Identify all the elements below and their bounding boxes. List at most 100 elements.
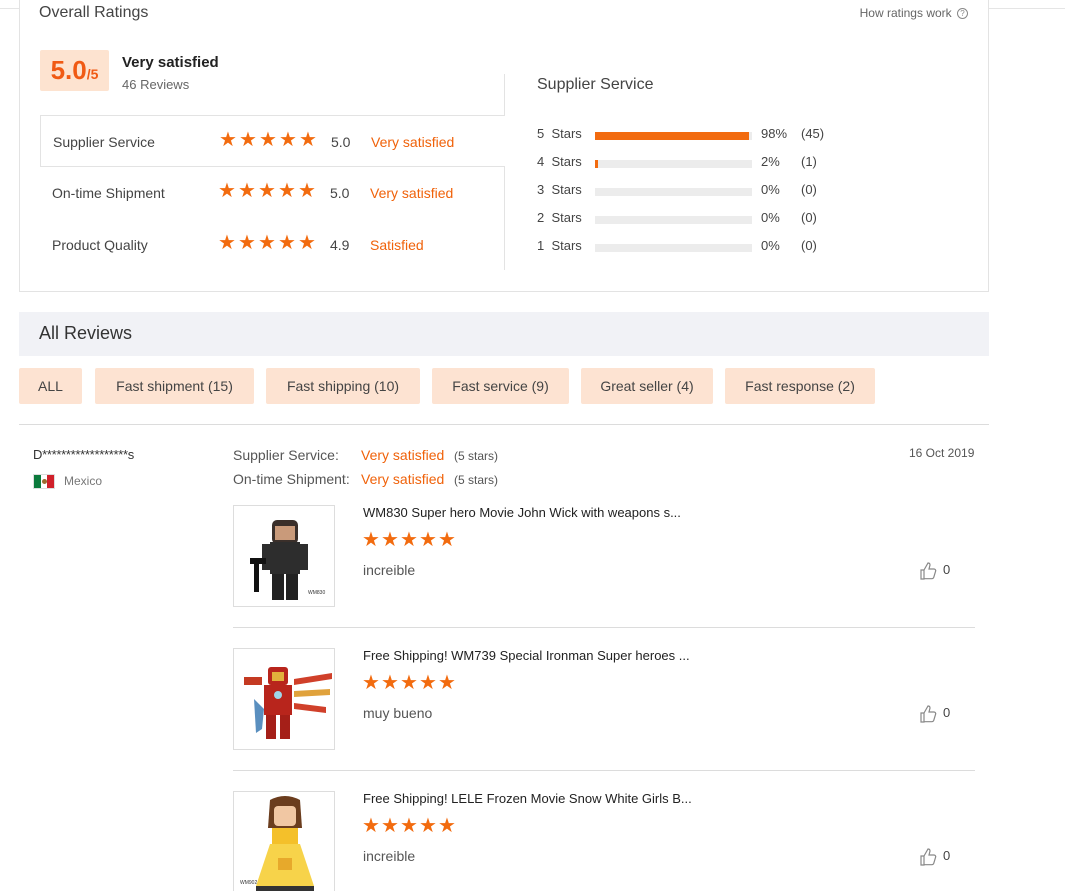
star-icon: ★ xyxy=(400,672,418,694)
star-bar-row[interactable]: 2 Stars 0% (0) xyxy=(537,208,837,228)
dimension-stars: ★ ★ ★ ★ ★ xyxy=(218,180,316,202)
star-icon: ★ xyxy=(298,180,316,202)
star-bar-track xyxy=(595,188,752,196)
star-icon: ★ xyxy=(438,672,456,694)
star-bar-track xyxy=(595,216,752,224)
filter-fast-shipment[interactable]: Fast shipment (15) xyxy=(95,368,254,404)
star-icon: ★ xyxy=(258,232,276,254)
star-icon: ★ xyxy=(239,129,257,151)
star-icon: ★ xyxy=(362,529,380,551)
product-thumbnail[interactable]: WM830 xyxy=(233,505,335,607)
star-bar-label: 4 Stars xyxy=(537,154,582,169)
star-bar-label: 1 Stars xyxy=(537,238,582,253)
review-item: Free Shipping! WM739 Special Ironman Sup… xyxy=(233,648,975,791)
star-icon: ★ xyxy=(219,129,237,151)
star-bar-count: (0) xyxy=(801,182,817,197)
star-icon: ★ xyxy=(278,180,296,202)
like-count: 0 xyxy=(943,705,951,720)
star-bar-count: (0) xyxy=(801,238,817,253)
star-icon: ★ xyxy=(400,529,418,551)
reviews-divider xyxy=(19,424,989,425)
dimension-row-product-quality[interactable]: Product Quality ★ ★ ★ ★ ★ 4.9 Satisfied xyxy=(40,219,505,271)
product-thumbnail[interactable]: WM902 xyxy=(233,791,335,891)
star-icon: ★ xyxy=(218,180,236,202)
mexico-flag-icon xyxy=(33,474,55,489)
product-title[interactable]: WM830 Super hero Movie John Wick with we… xyxy=(363,505,681,520)
review-item: WM830 WM830 Super hero Movie John Wick w… xyxy=(233,505,975,648)
question-icon[interactable]: ? xyxy=(957,8,968,19)
reviewer-name: D******************s xyxy=(33,447,134,462)
filter-fast-shipping[interactable]: Fast shipping (10) xyxy=(266,368,420,404)
star-icon: ★ xyxy=(362,815,380,837)
dimension-word: Very satisfied xyxy=(370,185,454,201)
like-count: 0 xyxy=(943,848,951,863)
star-icon: ★ xyxy=(400,815,418,837)
star-bar-row[interactable]: 5 Stars 98% (45) xyxy=(537,124,837,144)
dimension-row-supplier-service[interactable]: Supplier Service ★ ★ ★ ★ ★ 5.0 Very satisfie… xyxy=(40,115,505,167)
product-title[interactable]: Free Shipping! WM739 Special Ironman Sup… xyxy=(363,648,690,663)
star-icon: ★ xyxy=(381,672,399,694)
overall-label: Very satisfied xyxy=(122,54,219,71)
filter-great-seller[interactable]: Great seller (4) xyxy=(581,368,713,404)
dimension-score: 5.0 xyxy=(331,134,351,150)
star-icon: ★ xyxy=(298,232,316,254)
star-bar-track xyxy=(595,160,752,168)
item-stars: ★ ★ ★ ★ ★ xyxy=(362,672,456,694)
star-icon: ★ xyxy=(259,129,277,151)
star-bar-fill xyxy=(595,132,749,140)
thumbs-up-icon[interactable] xyxy=(918,561,938,581)
star-icon: ★ xyxy=(419,672,437,694)
star-bar-row[interactable]: 3 Stars 0% (0) xyxy=(537,180,837,200)
all-reviews-title: All Reviews xyxy=(39,323,133,343)
overall-score-max: /5 xyxy=(86,66,99,82)
star-icon: ★ xyxy=(381,815,399,837)
overall-score: 5.0 xyxy=(50,55,87,85)
supplier-service-title: Supplier Service xyxy=(537,76,654,93)
all-reviews-header: All Reviews xyxy=(19,312,989,356)
filter-fast-response[interactable]: Fast response (2) xyxy=(725,368,875,404)
review-comment: increible xyxy=(363,848,416,864)
how-ratings-link[interactable]: How ratings work ? xyxy=(860,6,968,20)
star-icon: ★ xyxy=(258,180,276,202)
shipment-word: Very satisfied xyxy=(361,471,445,487)
star-bar-row[interactable]: 4 Stars 2% (1) xyxy=(537,152,837,172)
star-icon: ★ xyxy=(438,529,456,551)
product-title[interactable]: Free Shipping! LELE Frozen Movie Snow Wh… xyxy=(363,791,692,806)
item-divider xyxy=(233,627,975,628)
star-bar-label: 3 Stars xyxy=(537,182,582,197)
star-icon: ★ xyxy=(238,180,256,202)
dimension-name: On-time Shipment xyxy=(52,185,165,201)
how-ratings-label[interactable]: How ratings work xyxy=(860,6,952,20)
thumbs-up-icon[interactable] xyxy=(918,704,938,724)
dimension-word: Very satisfied xyxy=(371,134,455,150)
star-bar-percent: 98% xyxy=(761,126,788,141)
thumbnail-code: WM902 xyxy=(240,880,257,886)
star-icon: ★ xyxy=(419,529,437,551)
star-bar-count: (1) xyxy=(801,154,817,169)
filter-fast-service[interactable]: Fast service (9) xyxy=(432,368,569,404)
dimension-name: Supplier Service xyxy=(53,134,155,150)
dimension-word: Satisfied xyxy=(370,237,424,253)
star-bar-row[interactable]: 1 Stars 0% (0) xyxy=(537,236,837,256)
thumbs-up-icon[interactable] xyxy=(918,847,938,867)
product-thumbnail[interactable] xyxy=(233,648,335,750)
review-comment: muy bueno xyxy=(363,705,433,721)
filter-all[interactable]: ALL xyxy=(19,368,82,404)
dimension-stars: ★ ★ ★ ★ ★ xyxy=(218,232,316,254)
star-bar-fill xyxy=(595,160,598,168)
star-bar-percent: 2% xyxy=(761,154,780,169)
item-stars: ★ ★ ★ ★ ★ xyxy=(362,529,456,551)
shipment-stars: (5 stars) xyxy=(454,473,499,487)
thumbnail-code: WM830 xyxy=(308,590,325,596)
overall-ratings-title: Overall Ratings xyxy=(39,4,149,21)
star-bar-percent: 0% xyxy=(761,182,780,197)
supplier-service-stars: (5 stars) xyxy=(454,449,499,463)
dimension-stars: ★ ★ ★ ★ ★ xyxy=(219,129,317,151)
star-bar-percent: 0% xyxy=(761,238,780,253)
supplier-service-word: Very satisfied xyxy=(361,447,445,463)
item-stars: ★ ★ ★ ★ ★ xyxy=(362,815,456,837)
overall-score-badge: 5.0/5 xyxy=(40,50,109,91)
reviewer-country: Mexico xyxy=(64,474,103,488)
star-icon: ★ xyxy=(362,672,380,694)
dimension-row-on-time-shipment[interactable]: On-time Shipment ★ ★ ★ ★ ★ 5.0 Very satisfie… xyxy=(40,167,505,219)
